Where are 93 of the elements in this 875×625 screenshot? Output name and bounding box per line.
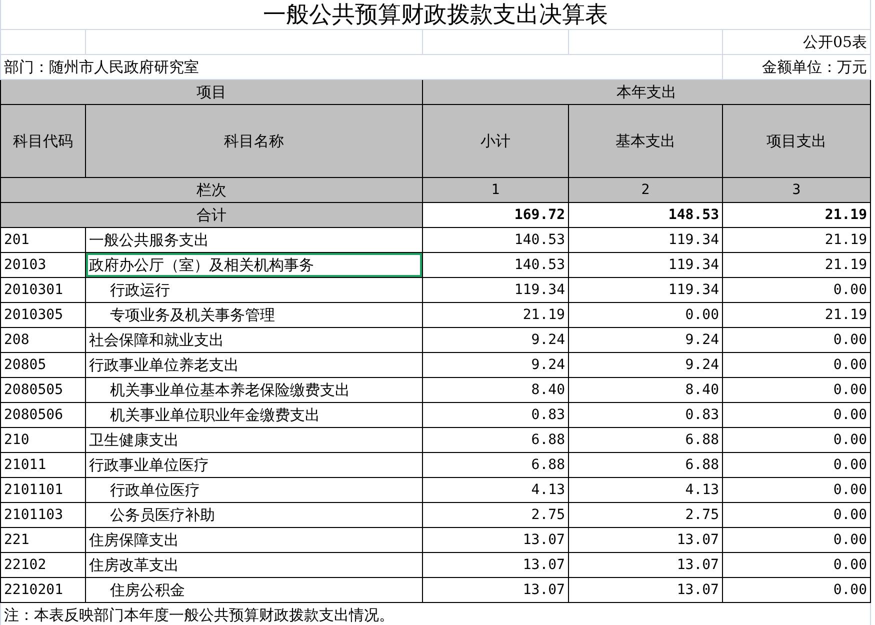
amount-cell: 8.40: [568, 378, 722, 402]
header-cell: 合计: [0, 202, 422, 228]
amount-cell: 13.07: [568, 552, 722, 578]
amount-cell: 9.24: [422, 352, 568, 378]
amount-cell: 6.88: [422, 452, 568, 478]
amount-cell: 0.83: [568, 402, 722, 428]
code-cell: 20805: [0, 352, 86, 378]
amount-cell: 0.00: [722, 278, 871, 302]
amount-cell: 4.13: [568, 478, 722, 502]
name-cell: 社会保障和就业支出: [86, 328, 422, 352]
amount-cell: 140.53: [422, 228, 568, 252]
amount-cell: 0.00: [722, 352, 871, 378]
name-cell: 专项业务及机关事务管理: [86, 302, 422, 328]
amount-cell: 4.13: [422, 478, 568, 502]
amount-cell: 0.00: [722, 578, 871, 602]
code-cell: 221: [0, 528, 86, 552]
name-cell: 行政运行: [86, 278, 422, 302]
name-cell: 机关事业单位职业年金缴费支出: [86, 402, 422, 428]
name-cell: 卫生健康支出: [86, 428, 422, 452]
sheet-title: 一般公共预算财政拨款支出决算表: [0, 0, 871, 30]
name-cell: 行政事业单位养老支出: [86, 352, 422, 378]
form-number: 公开05表: [722, 30, 871, 54]
amount-cell: 6.88: [422, 428, 568, 452]
code-cell: 208: [0, 328, 86, 352]
total-cell: 148.53: [568, 202, 722, 228]
amount-cell: 9.24: [422, 328, 568, 352]
code-cell: 2080506: [0, 402, 86, 428]
amount-cell: 13.07: [568, 578, 722, 602]
name-cell: 行政事业单位医疗: [86, 452, 422, 478]
amount-cell: 6.88: [568, 452, 722, 478]
header-cell: 小计: [422, 104, 568, 178]
header-cell: 基本支出: [568, 104, 722, 178]
header-cell: 1: [422, 178, 568, 202]
total-cell: 21.19: [722, 202, 871, 228]
amount-cell: 140.53: [422, 252, 568, 278]
amount-cell: 0.00: [722, 428, 871, 452]
amount-cell: 119.34: [568, 252, 722, 278]
code-cell: 210: [0, 428, 86, 452]
amount-cell: 13.07: [422, 552, 568, 578]
amount-cell: 0.83: [422, 402, 568, 428]
amount-cell: 119.34: [422, 278, 568, 302]
code-cell: 22102: [0, 552, 86, 578]
header-cell: 科目代码: [0, 104, 86, 178]
name-cell: 住房保障支出: [86, 528, 422, 552]
header-cell: 项目支出: [722, 104, 871, 178]
amount-cell: 119.34: [568, 278, 722, 302]
amount-cell: 21.19: [722, 302, 871, 328]
amount-cell: 0.00: [722, 502, 871, 528]
header-cell: 2: [568, 178, 722, 202]
amount-cell: 0.00: [722, 452, 871, 478]
code-cell: 2080505: [0, 378, 86, 402]
amount-cell: 21.19: [722, 228, 871, 252]
code-cell: 2101101: [0, 478, 86, 502]
amount-cell: 13.07: [422, 528, 568, 552]
code-cell: 21011: [0, 452, 86, 478]
total-cell: 169.72: [422, 202, 568, 228]
header-cell: 3: [722, 178, 871, 202]
code-cell: 2010305: [0, 302, 86, 328]
amount-cell: 0.00: [722, 328, 871, 352]
amount-cell: 2.75: [568, 502, 722, 528]
name-cell: 住房改革支出: [86, 552, 422, 578]
amount-cell: 0.00: [722, 552, 871, 578]
header-cell: 科目名称: [86, 104, 422, 178]
amount-cell: 0.00: [722, 478, 871, 502]
amount-cell: 13.07: [422, 578, 568, 602]
name-cell: 一般公共服务支出: [86, 228, 422, 252]
code-cell: 2101103: [0, 502, 86, 528]
name-cell: 机关事业单位基本养老保险缴费支出: [86, 378, 422, 402]
name-cell: 行政单位医疗: [86, 478, 422, 502]
header-cell: 栏次: [0, 178, 422, 202]
amount-cell: 13.07: [568, 528, 722, 552]
amount-cell: 6.88: [568, 428, 722, 452]
amount-cell: 2.75: [422, 502, 568, 528]
amount-cell: 0.00: [722, 528, 871, 552]
amount-cell: 0.00: [722, 378, 871, 402]
amount-cell: 8.40: [422, 378, 568, 402]
amount-cell: 21.19: [722, 252, 871, 278]
name-cell: 公务员医疗补助: [86, 502, 422, 528]
amount-cell: 0.00: [568, 302, 722, 328]
note-text: 注：本表反映部门本年度一般公共预算财政拨款支出情况。: [0, 602, 871, 625]
name-cell: 政府办公厅（室）及相关机构事务: [86, 252, 422, 278]
amount-cell: 9.24: [568, 352, 722, 378]
name-cell: 住房公积金: [86, 578, 422, 602]
code-cell: 2210201: [0, 578, 86, 602]
amount-cell: 119.34: [568, 228, 722, 252]
header-cell: 本年支出: [422, 80, 871, 104]
amount-cell: 21.19: [422, 302, 568, 328]
header-cell: 项目: [0, 80, 422, 104]
amount-cell: 9.24: [568, 328, 722, 352]
code-cell: 201: [0, 228, 86, 252]
code-cell: 2010301: [0, 278, 86, 302]
code-cell: 20103: [0, 252, 86, 278]
amount-cell: 0.00: [722, 402, 871, 428]
